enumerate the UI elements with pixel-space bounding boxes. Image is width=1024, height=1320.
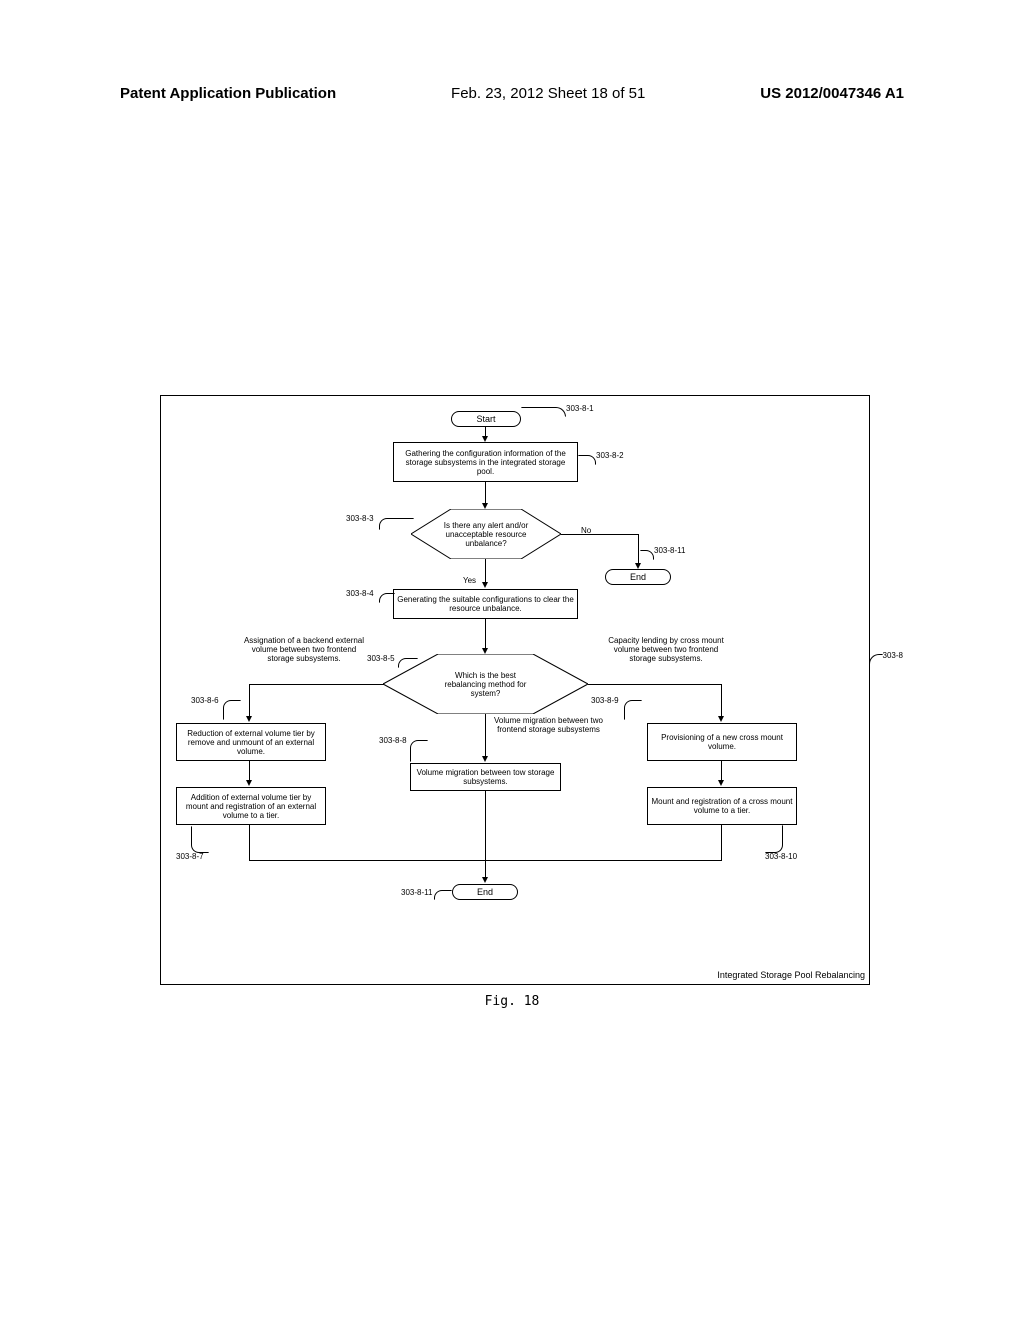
conv-left-v xyxy=(249,825,250,860)
path-center-text: Volume migration between two frontend st… xyxy=(491,716,606,734)
path-left-text: Assignation of a backend external volume… xyxy=(239,636,369,663)
arrowhead-4 xyxy=(246,780,252,786)
end-bottom-terminal: End xyxy=(452,884,518,900)
header-center: Feb. 23, 2012 Sheet 18 of 51 xyxy=(451,85,645,102)
gather-process: Gathering the configuration information … xyxy=(393,442,578,482)
arrow-right-v xyxy=(721,684,722,717)
yes-label: Yes xyxy=(463,576,476,585)
diagram-container: 303-8 Start 303-8-1 Gathering the config… xyxy=(160,395,870,985)
alert-decision: Is there any alert and/or unacceptable r… xyxy=(411,509,561,559)
ref-generate: 303-8-4 xyxy=(346,589,374,598)
arrow-2 xyxy=(485,482,486,504)
header-left: Patent Application Publication xyxy=(120,85,336,102)
arrowhead-center xyxy=(482,756,488,762)
arrow-left-h xyxy=(249,684,384,685)
curve-reduction xyxy=(223,700,241,720)
arrow-3 xyxy=(485,619,486,649)
end-right-terminal: End xyxy=(605,569,671,585)
curve-which xyxy=(398,658,418,668)
curve-migrate xyxy=(410,740,428,762)
start-terminal: Start xyxy=(451,411,521,427)
ref-reduction: 303-8-6 xyxy=(191,696,219,705)
arrowhead-left xyxy=(246,716,252,722)
reduction-process: Reduction of external volume tier by rem… xyxy=(176,723,326,761)
curve-end-right xyxy=(640,550,654,560)
ref-migrate: 303-8-8 xyxy=(379,736,407,745)
curve-gather xyxy=(578,455,596,465)
curve-cross xyxy=(624,700,642,720)
ref-end-bottom: 303-8-11 xyxy=(401,888,432,897)
curve-start xyxy=(521,407,566,417)
which-text: Which is the best rebalancing method for… xyxy=(433,671,538,698)
arrowhead-conv xyxy=(482,877,488,883)
ref-mount: 303-8-10 xyxy=(765,852,797,861)
conv-left-h xyxy=(249,860,486,861)
mount-process: Mount and registration of a cross mount … xyxy=(647,787,797,825)
figure-caption: Fig. 18 xyxy=(0,994,1024,1009)
arrow-yes xyxy=(485,559,486,583)
arrow-right-h xyxy=(588,684,721,685)
arrowhead-yes xyxy=(482,582,488,588)
provision-process: Provisioning of a new cross mount volume… xyxy=(647,723,797,761)
arrowhead-right xyxy=(718,716,724,722)
alert-text: Is there any alert and/or unacceptable r… xyxy=(439,521,534,548)
curve-container xyxy=(869,654,883,668)
ref-container: 303-8 xyxy=(883,651,903,660)
ref-addition: 303-8-7 xyxy=(176,852,204,861)
arrow-center-v xyxy=(485,714,486,757)
corner-label: Integrated Storage Pool Rebalancing xyxy=(717,970,865,980)
conv-right-v xyxy=(721,825,722,860)
ref-alert: 303-8-3 xyxy=(346,514,374,523)
ref-start: 303-8-1 xyxy=(566,404,594,413)
arrow-left-v xyxy=(249,684,250,717)
ref-end-right: 303-8-11 xyxy=(654,546,685,555)
header-right: US 2012/0047346 A1 xyxy=(760,85,904,102)
ref-gather: 303-8-2 xyxy=(596,451,624,460)
generate-process: Generating the suitable configurations t… xyxy=(393,589,578,619)
path-right-text: Capacity lending by cross mount volume b… xyxy=(601,636,731,663)
ref-which: 303-8-5 xyxy=(367,654,395,663)
curve-end-bottom xyxy=(434,890,452,900)
curve-generate xyxy=(379,593,395,603)
curve-alert xyxy=(379,518,414,530)
arrowhead-5 xyxy=(718,780,724,786)
addition-process: Addition of external volume tier by moun… xyxy=(176,787,326,825)
conv-center-v xyxy=(485,791,486,878)
arrow-no-v xyxy=(638,534,639,564)
arrow-4 xyxy=(249,761,250,781)
curve-addition xyxy=(191,826,209,853)
arrow-5 xyxy=(721,761,722,781)
conv-right-h xyxy=(485,860,722,861)
arrow-no-h xyxy=(561,534,639,535)
ref-cross: 303-8-9 xyxy=(591,696,619,705)
curve-mount xyxy=(765,825,783,853)
migrate-process: Volume migration between tow storage sub… xyxy=(410,763,561,791)
